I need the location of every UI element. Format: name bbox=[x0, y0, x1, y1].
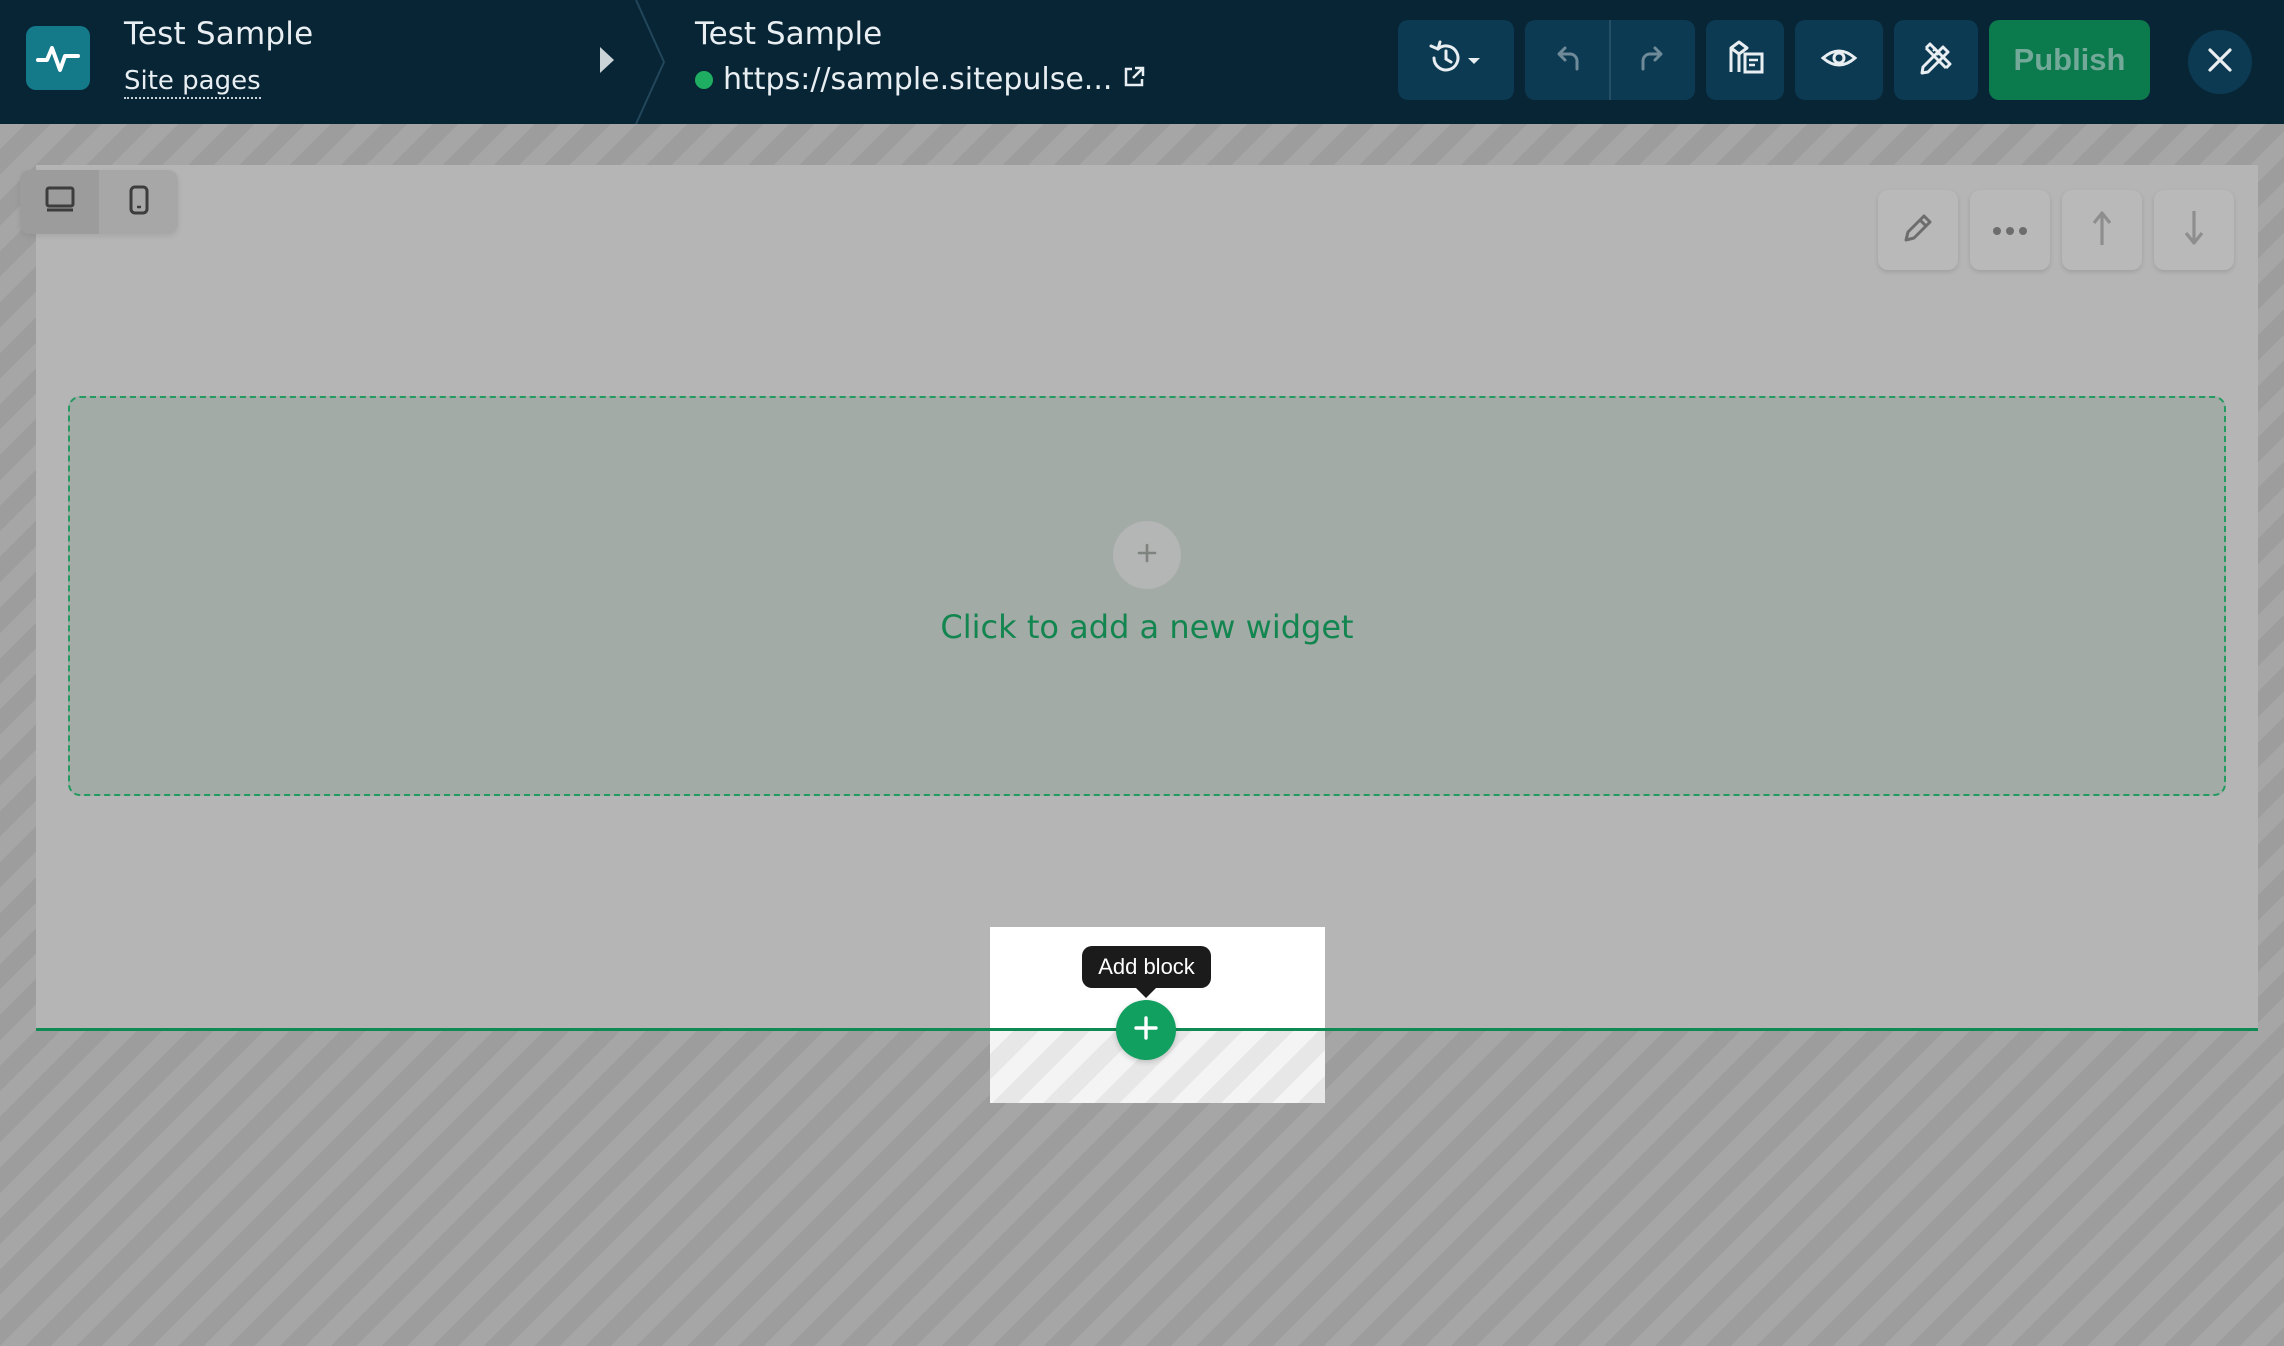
page-title: Test Sample bbox=[695, 16, 883, 52]
site-pages-link[interactable]: Site pages bbox=[124, 66, 261, 99]
design-tools-button[interactable] bbox=[1894, 20, 1978, 100]
edit-section-button[interactable] bbox=[1878, 190, 1958, 270]
move-up-icon bbox=[2090, 209, 2114, 251]
move-down-icon bbox=[2182, 209, 2206, 251]
status-online-dot bbox=[695, 70, 713, 89]
site-title: Test Sample bbox=[124, 16, 314, 52]
app-logo-icon[interactable] bbox=[26, 26, 90, 90]
device-toggle bbox=[20, 170, 178, 234]
design-tools-icon bbox=[1917, 39, 1955, 81]
redo-icon bbox=[1636, 41, 1670, 79]
history-icon bbox=[1426, 38, 1486, 82]
layers-button[interactable] bbox=[1706, 20, 1784, 100]
desktop-view-button[interactable] bbox=[20, 170, 99, 234]
editor-topbar: Test Sample Site pages Test Sample https… bbox=[0, 0, 2284, 124]
tooltip-arrow bbox=[1135, 987, 1157, 998]
desktop-icon bbox=[44, 185, 76, 219]
preview-button[interactable] bbox=[1795, 20, 1883, 100]
edit-pencil-icon bbox=[1900, 210, 1936, 250]
preview-eye-icon bbox=[1820, 44, 1858, 76]
redo-button[interactable] bbox=[1611, 20, 1695, 100]
close-icon bbox=[2206, 46, 2234, 78]
page-url-text: https://sample.sitepulse... bbox=[723, 62, 1113, 97]
undo-button[interactable] bbox=[1525, 20, 1609, 100]
history-button[interactable] bbox=[1398, 20, 1514, 100]
undo-icon bbox=[1550, 41, 1584, 79]
external-link-icon[interactable] bbox=[1122, 62, 1146, 97]
add-widget-label[interactable]: Click to add a new widget bbox=[0, 608, 2284, 646]
publish-button[interactable]: Publish bbox=[1989, 20, 2150, 100]
add-widget-dropzone[interactable] bbox=[68, 396, 2226, 796]
mobile-view-button[interactable] bbox=[99, 170, 178, 234]
add-widget-button[interactable] bbox=[1113, 521, 1181, 589]
more-options-button[interactable] bbox=[1970, 190, 2050, 270]
close-editor-button[interactable] bbox=[2188, 30, 2252, 94]
plus-icon bbox=[1133, 1015, 1159, 1045]
move-down-button[interactable] bbox=[2154, 190, 2234, 270]
mobile-icon bbox=[128, 185, 150, 219]
layers-icon bbox=[1723, 38, 1767, 82]
move-up-button[interactable] bbox=[2062, 190, 2142, 270]
breadcrumb-divider bbox=[635, 0, 666, 124]
plus-icon bbox=[1135, 541, 1159, 569]
add-block-button[interactable] bbox=[1116, 1000, 1176, 1060]
expand-caret-icon[interactable] bbox=[592, 42, 622, 78]
add-block-tooltip: Add block bbox=[1082, 946, 1211, 988]
page-url[interactable]: https://sample.sitepulse... bbox=[695, 62, 1146, 97]
more-options-icon bbox=[1992, 221, 2028, 240]
